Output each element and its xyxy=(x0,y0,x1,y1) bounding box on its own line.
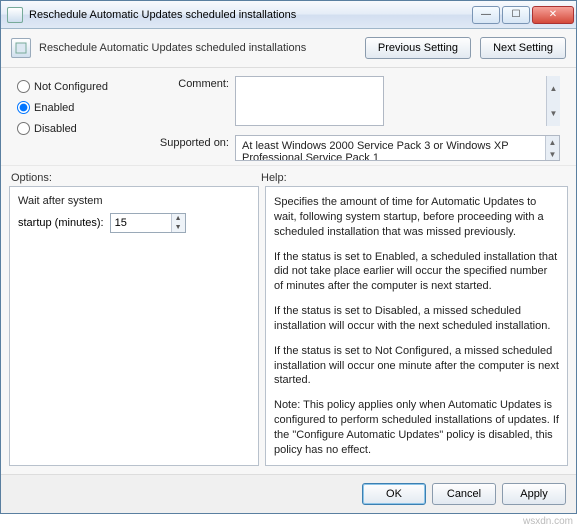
spinner-down-icon[interactable]: ▼ xyxy=(172,223,185,232)
options-panel: Wait after system startup (minutes): ▲ ▼ xyxy=(9,186,259,466)
comment-scroll-up-icon[interactable]: ▲ xyxy=(546,76,560,101)
help-para-4: If the status is set to Not Configured, … xyxy=(274,344,559,389)
policy-icon xyxy=(11,38,31,58)
ok-button[interactable]: OK xyxy=(362,483,426,505)
wait-minutes-input[interactable] xyxy=(111,214,171,232)
wait-minutes-spinner[interactable]: ▲ ▼ xyxy=(110,213,186,233)
dialog-window: Reschedule Automatic Updates scheduled i… xyxy=(0,0,577,514)
help-panel: Specifies the amount of time for Automat… xyxy=(265,186,568,466)
wait-label-line2: startup (minutes): xyxy=(18,217,104,229)
radio-enabled[interactable]: Enabled xyxy=(17,101,137,114)
radio-not-configured[interactable]: Not Configured xyxy=(17,80,137,93)
supported-scroll-up-icon[interactable]: ▲ xyxy=(545,136,559,148)
help-para-3: If the status is set to Disabled, a miss… xyxy=(274,304,559,334)
supported-on-text: At least Windows 2000 Service Pack 3 or … xyxy=(235,135,560,161)
comment-scroll-down-icon[interactable]: ▼ xyxy=(546,101,560,126)
dialog-footer: OK Cancel Apply xyxy=(1,474,576,513)
window-title: Reschedule Automatic Updates scheduled i… xyxy=(29,9,296,21)
maximize-button[interactable]: ☐ xyxy=(502,6,530,24)
supported-on-value: At least Windows 2000 Service Pack 3 or … xyxy=(242,140,508,161)
supported-label: Supported on: xyxy=(149,135,229,149)
panels: Wait after system startup (minutes): ▲ ▼… xyxy=(1,186,576,474)
titlebar: Reschedule Automatic Updates scheduled i… xyxy=(1,1,576,29)
apply-button[interactable]: Apply xyxy=(502,483,566,505)
supported-scroll-down-icon[interactable]: ▼ xyxy=(545,148,559,160)
header: Reschedule Automatic Updates scheduled i… xyxy=(1,29,576,68)
previous-setting-button[interactable]: Previous Setting xyxy=(365,37,471,59)
radio-not-configured-input[interactable] xyxy=(17,80,30,93)
radio-enabled-label: Enabled xyxy=(34,102,74,114)
config-area: Not Configured Enabled Disabled Comment:… xyxy=(1,68,576,166)
next-setting-button[interactable]: Next Setting xyxy=(480,37,566,59)
help-para-5: Note: This policy applies only when Auto… xyxy=(274,398,559,457)
spinner-up-icon[interactable]: ▲ xyxy=(172,214,185,223)
section-labels: Options: Help: xyxy=(1,166,576,186)
radio-enabled-input[interactable] xyxy=(17,101,30,114)
radio-not-configured-label: Not Configured xyxy=(34,81,108,93)
comment-label: Comment: xyxy=(149,76,229,90)
minimize-button[interactable]: — xyxy=(472,6,500,24)
cancel-button[interactable]: Cancel xyxy=(432,483,496,505)
radio-disabled-label: Disabled xyxy=(34,123,77,135)
state-radio-group: Not Configured Enabled Disabled xyxy=(17,76,137,161)
help-para-2: If the status is set to Enabled, a sched… xyxy=(274,250,559,295)
close-button[interactable]: ✕ xyxy=(532,6,574,24)
help-para-1: Specifies the amount of time for Automat… xyxy=(274,195,559,240)
policy-title: Reschedule Automatic Updates scheduled i… xyxy=(39,42,306,54)
app-icon xyxy=(7,7,23,23)
radio-disabled[interactable]: Disabled xyxy=(17,122,137,135)
options-section-label: Options: xyxy=(11,172,261,184)
help-section-label: Help: xyxy=(261,172,566,184)
radio-disabled-input[interactable] xyxy=(17,122,30,135)
comment-input[interactable] xyxy=(235,76,384,126)
watermark: wsxdn.com xyxy=(523,516,573,527)
wait-label-line1: Wait after system xyxy=(18,195,250,207)
